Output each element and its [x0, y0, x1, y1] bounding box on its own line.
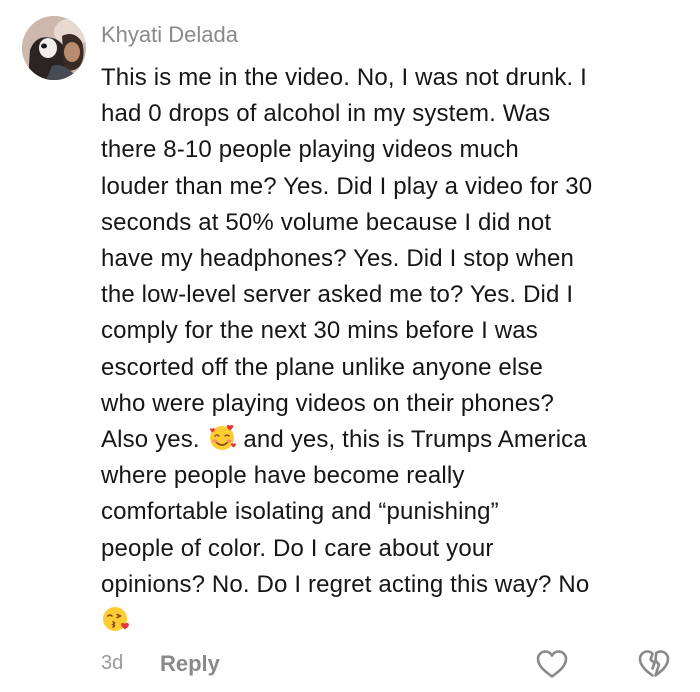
face-blowing-a-kiss-icon [103, 607, 129, 632]
smiling-face-with-hearts-icon [209, 424, 236, 451]
comment-line: seconds at 50% volume because I did not [101, 208, 552, 236]
comment-line: comply for the next 30 mins before I was [101, 317, 538, 345]
comment-line: louder than me? Yes. Did I play a video … [101, 172, 593, 200]
comment-line: where people have become really [101, 462, 465, 490]
comment-author[interactable]: Khyati Delada [101, 22, 238, 48]
comment-line: comfortable isolating and “punishing” [101, 498, 499, 526]
comment-line-with-emoji: Also yes. and yes, this is Trumps Americ… [101, 422, 691, 458]
reply-button[interactable]: Reply [160, 651, 220, 677]
comment-line: the low-level server asked me to? Yes. D… [101, 281, 574, 309]
comment-line: opinions? No. Do I regret acting this wa… [101, 570, 590, 598]
like-button[interactable] [535, 648, 569, 680]
dislike-button[interactable] [637, 648, 671, 680]
comment-line: This is me in the video. No, I was not d… [101, 64, 587, 91]
comment-line: have my headphones? Yes. Did I stop when [101, 245, 574, 273]
comment-line: there 8-10 people playing videos much [101, 136, 519, 164]
comment-text-segment: and yes, this is Trumps America [243, 426, 587, 454]
comment-line: had 0 drops of alcohol in my system. Was [101, 100, 551, 128]
comment-line: escorted off the plane unlike anyone els… [101, 353, 544, 381]
comment-age: 3d [101, 652, 124, 674]
comment-line: who were playing videos on their phones? [101, 389, 554, 417]
comment-line: people of color. Do I care about your [101, 534, 494, 562]
comment-line-emoji-only [101, 603, 691, 639]
broken-heart-outline-icon [638, 650, 670, 677]
heart-outline-icon [536, 650, 568, 678]
comment-text-segment: Also yes. [101, 426, 200, 454]
comment-text: This is me in the video. No, I was not d… [101, 60, 691, 639]
avatar-photo [22, 16, 86, 80]
avatar[interactable] [22, 16, 86, 80]
